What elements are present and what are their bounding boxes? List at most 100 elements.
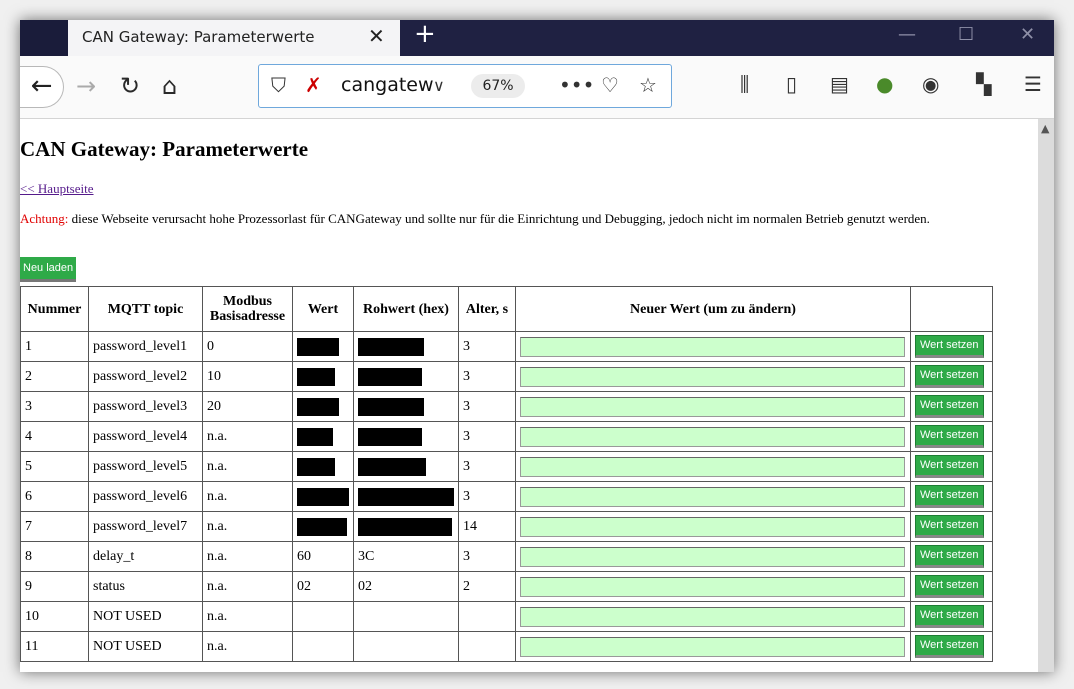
set-value-button[interactable]: Wert setzen: [915, 485, 984, 508]
new-value-input[interactable]: [520, 366, 905, 387]
cell-mqtt-topic: NOT USED: [88, 601, 203, 632]
url-text[interactable]: cangatew: [341, 74, 434, 96]
pocket-icon[interactable]: ♡: [601, 73, 619, 97]
new-value-input[interactable]: [520, 456, 905, 477]
close-tab-icon[interactable]: ✕: [368, 24, 385, 48]
cell-alter: [458, 631, 516, 662]
warning-message: diese Webseite verursacht hohe Prozessor…: [68, 211, 930, 226]
redacted-value: [358, 487, 454, 506]
new-value-input[interactable]: [520, 486, 905, 507]
cell-modbus: n.a.: [202, 601, 293, 632]
zoom-level[interactable]: 67%: [471, 74, 525, 98]
back-icon[interactable]: ←: [20, 66, 64, 108]
cell-modbus: 0: [202, 331, 293, 362]
new-value-input[interactable]: [520, 606, 905, 627]
cell-nummer: 9: [20, 571, 89, 602]
tracking-off-icon[interactable]: ✗: [305, 73, 322, 97]
new-tab-icon[interactable]: +: [414, 20, 436, 49]
set-value-button[interactable]: Wert setzen: [915, 365, 984, 388]
more-icon[interactable]: •••: [559, 73, 594, 97]
cell-rohwert: [353, 601, 459, 632]
set-value-button[interactable]: Wert setzen: [915, 395, 984, 418]
table-row: 5 password_level5 n.a. 3 Wert setzen: [20, 451, 993, 482]
close-window-icon[interactable]: ✕: [1020, 24, 1035, 45]
cell-modbus: 10: [202, 361, 293, 392]
home-icon[interactable]: ⌂: [162, 72, 177, 100]
new-value-input[interactable]: [520, 546, 905, 567]
reload-icon[interactable]: ↻: [120, 72, 140, 100]
cell-wert: 60: [292, 541, 354, 572]
minimize-icon[interactable]: —: [898, 24, 916, 45]
new-value-input[interactable]: [520, 636, 905, 657]
cell-nummer: 11: [20, 631, 89, 662]
cell-mqtt-topic: password_level1: [88, 331, 203, 362]
set-value-button[interactable]: Wert setzen: [915, 515, 984, 538]
cell-modbus: n.a.: [202, 421, 293, 452]
cell-wert: [292, 391, 354, 422]
scroll-up-icon[interactable]: ▲: [1041, 122, 1049, 135]
cell-modbus: n.a.: [202, 511, 293, 542]
cell-neuer-wert: [515, 541, 911, 572]
gift-icon[interactable]: ▚: [976, 72, 991, 96]
page-title: CAN Gateway: Parameterwerte: [20, 137, 309, 161]
table-row: 7 password_level7 n.a. 14 Wert setzen: [20, 511, 993, 542]
new-value-input[interactable]: [520, 336, 905, 357]
set-value-button[interactable]: Wert setzen: [915, 455, 984, 478]
cell-neuer-wert: [515, 361, 911, 392]
set-value-button[interactable]: Wert setzen: [915, 575, 984, 598]
account-icon[interactable]: ◉: [922, 72, 939, 96]
cell-mqtt-topic: password_level5: [88, 451, 203, 482]
dropdown-icon[interactable]: ∨: [433, 76, 445, 95]
sidebar-icon[interactable]: ▯: [786, 72, 797, 96]
redacted-value: [297, 457, 335, 476]
cell-mqtt-topic: password_level4: [88, 421, 203, 452]
scrollbar[interactable]: [1038, 119, 1054, 672]
cell-modbus: n.a.: [202, 631, 293, 662]
redacted-value: [297, 427, 333, 446]
cell-alter: 2: [458, 571, 516, 602]
reader-icon[interactable]: ▤: [830, 72, 849, 96]
new-value-input[interactable]: [520, 426, 905, 447]
title-bar-left: [20, 20, 68, 56]
cell-neuer-wert: [515, 451, 911, 482]
set-value-button[interactable]: Wert setzen: [915, 605, 984, 628]
cell-rohwert: 3C: [353, 541, 459, 572]
cell-modbus: n.a.: [202, 571, 293, 602]
redacted-value: [297, 517, 347, 536]
new-value-input[interactable]: [520, 396, 905, 417]
redacted-value: [358, 517, 452, 536]
home-link[interactable]: << Hauptseite: [20, 181, 94, 197]
new-value-input[interactable]: [520, 576, 905, 597]
redacted-value: [297, 397, 339, 416]
cell-action: Wert setzen: [910, 361, 993, 392]
set-value-button[interactable]: Wert setzen: [915, 545, 984, 568]
cell-wert: [292, 481, 354, 512]
forward-icon[interactable]: →: [76, 72, 96, 100]
url-bar[interactable]: ⛉ ✗ cangatew ∨ 67% ••• ♡ ☆: [258, 64, 672, 108]
cell-nummer: 8: [20, 541, 89, 572]
new-value-input[interactable]: [520, 516, 905, 537]
set-value-button[interactable]: Wert setzen: [915, 635, 984, 658]
cell-neuer-wert: [515, 481, 911, 512]
extension-icon[interactable]: ●: [876, 72, 893, 96]
cell-rohwert: [353, 631, 459, 662]
table-body: 1 password_level1 0 3 Wert setzen 2 password_l…: [20, 331, 993, 662]
cell-nummer: 6: [20, 481, 89, 512]
maximize-icon[interactable]: ☐: [958, 24, 974, 45]
tab-active[interactable]: CAN Gateway: Parameterwerte ✕: [68, 20, 400, 56]
bookmark-star-icon[interactable]: ☆: [639, 73, 657, 97]
menu-icon[interactable]: ☰: [1024, 72, 1042, 96]
set-value-button[interactable]: Wert setzen: [915, 425, 984, 448]
cell-neuer-wert: [515, 631, 911, 662]
cell-wert: [292, 451, 354, 482]
cell-action: Wert setzen: [910, 541, 993, 572]
cell-mqtt-topic: password_level3: [88, 391, 203, 422]
library-icon[interactable]: ⫼: [740, 72, 749, 96]
table-row: 11 NOT USED n.a. Wert setzen: [20, 631, 993, 662]
cell-rohwert: [353, 511, 459, 542]
shield-icon[interactable]: ⛉: [271, 73, 286, 97]
cell-mqtt-topic: delay_t: [88, 541, 203, 572]
reload-button[interactable]: Neu laden: [20, 257, 77, 282]
cell-action: Wert setzen: [910, 571, 993, 602]
set-value-button[interactable]: Wert setzen: [915, 335, 984, 358]
